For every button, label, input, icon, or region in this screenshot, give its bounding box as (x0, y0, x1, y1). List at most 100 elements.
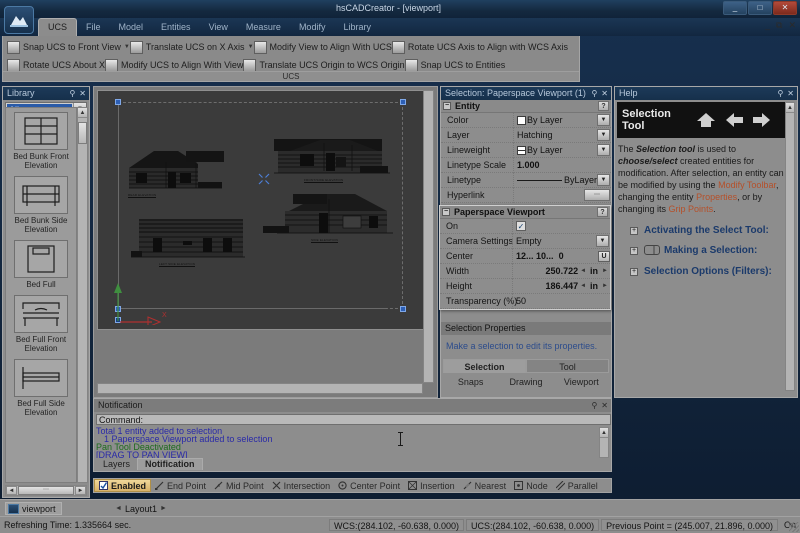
library-item[interactable]: Bed Full Front Elevation (6, 291, 76, 355)
help-icon[interactable]: ? (597, 207, 608, 217)
selection-tab-selection[interactable]: Selection (443, 359, 526, 373)
spinner-left-icon[interactable]: ◄ (578, 268, 588, 274)
help-link-modify-toolbar[interactable]: Modify Toolbar (718, 180, 776, 190)
scroll-left-icon[interactable]: ◄ (6, 486, 17, 495)
minimize-button[interactable]: _ (723, 1, 747, 15)
help-toc-item[interactable]: + Selection Options (Filters): (618, 266, 790, 278)
selection-subtab-drawing[interactable]: Drawing (498, 376, 553, 389)
cad-canvas[interactable]: REAR ELEVATION FRONT/SIDE ELEVATION LEFT… (97, 90, 429, 330)
scroll-right-icon[interactable]: ► (75, 486, 86, 495)
help-link-grip-points[interactable]: Grip Points (669, 204, 714, 214)
expander-icon[interactable]: − (443, 102, 451, 110)
spinner-left-icon[interactable]: ◄ (578, 283, 588, 289)
spinner-right-icon[interactable]: ► (600, 283, 610, 289)
entity-group-header[interactable]: − Entity ? (441, 100, 611, 113)
ribbon-tab-entities[interactable]: Entities (152, 18, 200, 36)
forward-arrow-icon[interactable] (751, 111, 773, 129)
property-value[interactable]: ✓ (512, 218, 610, 234)
layout-tab-viewport[interactable]: viewport (5, 502, 62, 515)
coord-x-value[interactable]: 12... (516, 251, 534, 261)
library-item[interactable]: Bed Bunk Front Elevation (6, 108, 76, 172)
coord-y-value[interactable]: 10... (536, 251, 554, 261)
help-toc-item[interactable]: + Activating the Select Tool: (618, 225, 790, 237)
layout-prev-icon[interactable]: ◄ (112, 505, 125, 512)
maximize-button[interactable]: □ (748, 1, 772, 15)
grip-point-bottom-right[interactable] (400, 306, 406, 312)
snap-button-enabled[interactable]: Enabled (94, 479, 152, 492)
expander-icon[interactable]: + (630, 247, 638, 255)
library-item[interactable]: Bed Full Side Elevation (6, 355, 76, 419)
snap-button-nearest[interactable]: Nearest (459, 479, 511, 492)
viewport-group-header[interactable]: − Paperspace Viewport ? (440, 206, 610, 219)
library-item[interactable]: Bed Bunk Side Elevation (6, 172, 76, 236)
chevron-down-icon[interactable]: ▼ (596, 235, 609, 247)
property-value[interactable]: 50 (512, 293, 610, 309)
spinner-right-icon[interactable]: ► (600, 268, 610, 274)
help-toc-item[interactable]: + Making a Selection: (618, 245, 790, 258)
help-icon[interactable]: ? (598, 101, 609, 111)
mdi-restore-button[interactable]: ⧉ (776, 20, 782, 31)
property-value[interactable]: 250.722 ◄ in ► (512, 263, 610, 279)
layout-next-icon[interactable]: ► (157, 505, 170, 512)
property-value[interactable]: 12... 10... 0 U (512, 248, 610, 264)
property-value[interactable]: By Layer ▼ (513, 142, 611, 158)
library-item[interactable]: Bed Full (6, 236, 76, 291)
property-value[interactable]: ByLayer ▼ (513, 172, 611, 188)
ribbon-button-modify-view-to-align-with-ucs[interactable]: Modify View to Align With UCS (253, 38, 392, 56)
scroll-up-icon[interactable]: ▲ (600, 428, 608, 438)
selection-subtab-viewport[interactable]: Viewport (554, 376, 609, 389)
mdi-close-button[interactable]: ✕ (788, 20, 796, 31)
notification-tab-layers[interactable]: Layers (96, 458, 137, 470)
snap-button-center-point[interactable]: Center Point (334, 479, 404, 492)
help-link-properties[interactable]: Properties (696, 192, 737, 202)
ribbon-tab-ucs[interactable]: UCS (38, 18, 78, 36)
chevron-down-icon[interactable]: ▼ (597, 174, 610, 186)
grip-point-top-left[interactable] (115, 99, 121, 105)
selection-tab-tool[interactable]: Tool (526, 359, 609, 373)
ellipsis-button[interactable]: ⋯ (584, 189, 610, 201)
scroll-up-icon[interactable]: ▲ (786, 103, 794, 113)
home-icon[interactable] (695, 111, 717, 129)
ribbon-tab-library[interactable]: Library (334, 18, 380, 36)
help-vertical-scrollbar[interactable]: ▲ (785, 102, 795, 391)
app-logo-icon[interactable] (4, 6, 34, 34)
ribbon-button-translate-ucs-on-x-axis[interactable]: Translate UCS on X Axis ▼ (129, 38, 254, 56)
property-value[interactable]: Empty ▼ (512, 233, 610, 249)
chevron-down-icon[interactable]: ▼ (597, 129, 610, 141)
snap-button-end-point[interactable]: End Point (151, 479, 210, 492)
coord-unit-button[interactable]: U (598, 250, 610, 262)
close-icon[interactable]: ✕ (601, 399, 608, 412)
back-arrow-icon[interactable] (723, 111, 745, 129)
close-icon[interactable]: ✕ (787, 87, 794, 100)
snap-button-mid-point[interactable]: Mid Point (210, 479, 268, 492)
expander-icon[interactable]: + (630, 268, 638, 276)
library-item-list[interactable]: Bed Bunk Front Elevation Bed Bunk Side El… (5, 107, 77, 483)
layout-name[interactable]: Layout1 (125, 504, 157, 514)
expander-icon[interactable]: + (630, 227, 638, 235)
snap-button-insertion[interactable]: Insertion (404, 479, 459, 492)
notification-tab-notification[interactable]: Notification (137, 458, 203, 470)
close-button[interactable]: ✕ (773, 1, 797, 15)
library-horizontal-scrollbar[interactable]: ◄ ⋯ ► (5, 485, 87, 496)
property-value[interactable]: 186.447 ◄ in ► (512, 278, 610, 294)
property-value[interactable]: Hatching ▼ (513, 127, 611, 143)
mdi-minimize-button[interactable]: _ (765, 20, 770, 31)
close-icon[interactable]: ✕ (79, 87, 86, 100)
property-value[interactable]: ⋯ (513, 187, 611, 203)
snap-button-intersection[interactable]: Intersection (268, 479, 335, 492)
log-vertical-scrollbar[interactable]: ▲ (599, 427, 609, 458)
command-input[interactable]: Command: (96, 414, 611, 425)
coord-z-value[interactable]: 0 (559, 251, 564, 261)
pin-icon[interactable]: ⚲ (69, 87, 75, 100)
snap-button-parallel[interactable]: Parallel (552, 479, 602, 492)
ribbon-tab-view[interactable]: View (200, 18, 237, 36)
ribbon-tab-measure[interactable]: Measure (237, 18, 290, 36)
pin-icon[interactable]: ⚲ (777, 87, 783, 100)
scroll-thumb[interactable] (78, 122, 87, 144)
expander-icon[interactable]: − (442, 208, 450, 216)
ribbon-tab-file[interactable]: File (77, 18, 110, 36)
grip-point-top-right[interactable] (400, 99, 406, 105)
checkbox-icon[interactable]: ✓ (516, 221, 526, 231)
scroll-thumb-horizontal[interactable]: ⋯ (18, 486, 74, 495)
ribbon-tab-model[interactable]: Model (110, 18, 153, 36)
